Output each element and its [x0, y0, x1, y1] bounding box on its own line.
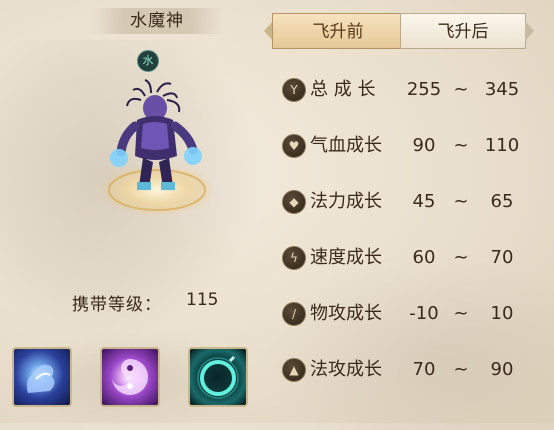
stat-row-physical-attack-growth: / 物攻成长 -10 ~ 10 — [282, 300, 542, 328]
pet-name: 水魔神 — [92, 8, 222, 34]
stat-row-total-growth: Y 总 成 长 255 ~ 345 — [282, 76, 542, 104]
total-growth-icon: Y — [282, 78, 306, 102]
stat-max: 110 — [484, 135, 520, 156]
tab-before-ascension[interactable]: 飞升前 — [272, 13, 404, 49]
stat-min: -10 — [409, 303, 439, 324]
skill-slot-1[interactable] — [12, 347, 72, 407]
purple-vortex-icon — [112, 359, 148, 395]
stat-row-hp-growth: ♥ 气血成长 90 ~ 110 — [282, 132, 542, 160]
stat-max: 90 — [490, 359, 514, 380]
flame-icon: ▲ — [282, 358, 306, 382]
stat-tilde: ~ — [453, 247, 469, 268]
stat-label: 法攻成长 — [310, 359, 382, 380]
stat-max: 10 — [490, 303, 514, 324]
ink-wash-background — [260, 250, 554, 430]
stat-label: 气血成长 — [310, 135, 382, 156]
ascension-tabs: 飞升前 飞升后 — [264, 13, 534, 49]
tab-after-ascension[interactable]: 飞升后 — [400, 13, 526, 49]
teal-ring-icon — [197, 355, 239, 399]
stat-min: 255 — [406, 79, 442, 100]
stat-tilde: ~ — [453, 191, 469, 212]
stat-label: 速度成长 — [310, 247, 382, 268]
pet-model — [99, 79, 215, 216]
speed-icon: ϟ — [282, 246, 306, 270]
carry-level-label: 携带等级： — [72, 295, 162, 315]
skill-slot-2[interactable] — [100, 347, 160, 407]
stat-row-mana-growth: ◆ 法力成长 45 ~ 65 — [282, 188, 542, 216]
blue-hand-spell-icon — [26, 364, 55, 393]
water-element-badge: 水 — [137, 50, 159, 72]
stat-tilde: ~ — [453, 135, 469, 156]
mana-drop-icon: ◆ — [282, 190, 306, 214]
stat-min: 45 — [412, 191, 436, 212]
stat-max: 345 — [484, 79, 520, 100]
heart-icon: ♥ — [282, 134, 306, 158]
stat-row-magic-attack-growth: ▲ 法攻成长 70 ~ 90 — [282, 356, 542, 384]
stat-min: 90 — [412, 135, 436, 156]
stat-row-speed-growth: ϟ 速度成长 60 ~ 70 — [282, 244, 542, 272]
skill-slot-3[interactable] — [188, 347, 248, 407]
stat-max: 65 — [490, 191, 514, 212]
stat-min: 60 — [412, 247, 436, 268]
stat-tilde: ~ — [453, 303, 469, 324]
stat-label: 物攻成长 — [310, 303, 382, 324]
stat-min: 70 — [412, 359, 436, 380]
stat-max: 70 — [490, 247, 514, 268]
sword-icon: / — [282, 302, 306, 326]
stat-tilde: ~ — [453, 79, 469, 100]
stat-label: 总 成 长 — [310, 79, 376, 100]
tab-right-ornament — [525, 21, 534, 41]
stat-label: 法力成长 — [310, 191, 382, 212]
carry-level-value: 115 — [186, 290, 219, 310]
stat-tilde: ~ — [453, 359, 469, 380]
